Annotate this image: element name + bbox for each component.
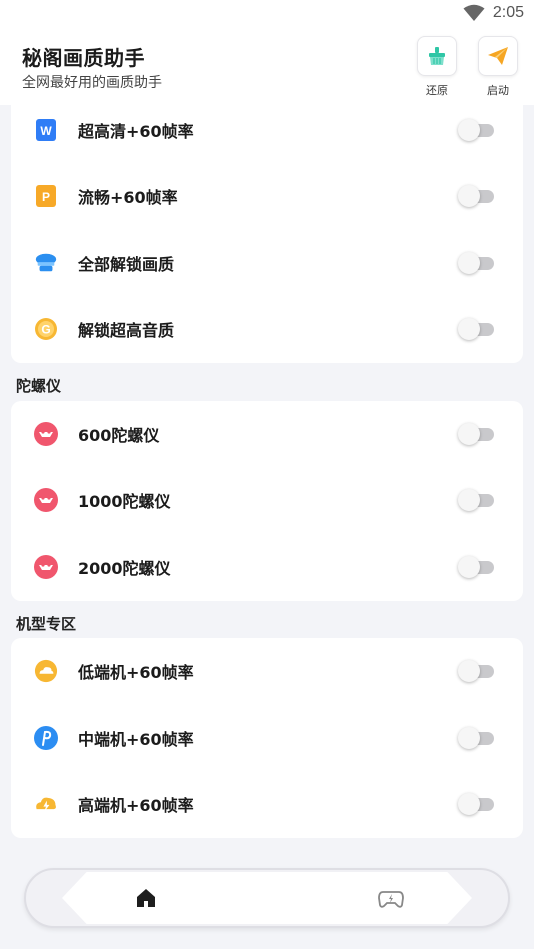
start-icon-box[interactable] [478,36,518,76]
setting-row: 高端机+60帧率 [11,784,523,824]
start-button[interactable]: 启动 [478,36,518,98]
toggle-switch[interactable] [458,660,494,682]
game-controller-icon[interactable] [378,886,404,910]
broom-icon [429,47,445,65]
setting-label: 全部解锁画质 [78,255,175,274]
toggle-switch[interactable] [458,423,494,445]
setting-row: W 超高清+60帧率 [11,110,523,150]
wifi-icon [463,4,485,21]
cloud-icon [34,659,58,683]
g-coin-icon: G [34,317,58,341]
restore-button[interactable]: 还原 [417,36,457,98]
chef-hat-icon [34,251,58,275]
wps-doc-icon: W [34,118,58,142]
restore-icon-box[interactable] [417,36,457,76]
settings-card-models: 低端机+60帧率 中端机+60帧率 高端机+60帧率 [11,638,523,838]
cloud-bolt-icon [34,792,58,816]
setting-label: 中端机+60帧率 [78,730,194,749]
setting-row: G 解锁超高音质 [11,309,523,349]
settings-card-gyroscope: 600陀螺仪 1000陀螺仪 2000陀螺仪 [11,401,523,601]
setting-label: 解锁超高音质 [78,321,175,340]
status-icons: 2:05 [463,4,524,22]
gyroscope-icon [34,488,58,512]
gyroscope-icon [34,422,58,446]
setting-row: 1000陀螺仪 [11,480,523,520]
setting-row: 中端机+60帧率 [11,718,523,758]
svg-text:G: G [41,323,50,337]
section-title-gyroscope: 陀螺仪 [16,377,62,395]
status-bar: 2:05 [0,0,534,30]
toggle-switch[interactable] [458,318,494,340]
setting-row: 2000陀螺仪 [11,547,523,587]
section-title-models: 机型专区 [16,615,77,633]
bottom-navigation [24,868,510,928]
toggle-switch[interactable] [458,119,494,141]
svg-text:P: P [42,190,50,204]
setting-label: 流畅+60帧率 [78,188,178,207]
setting-label: 1000陀螺仪 [78,492,171,511]
setting-label: 2000陀螺仪 [78,559,171,578]
setting-row: 低端机+60帧率 [11,651,523,691]
setting-row: 600陀螺仪 [11,414,523,454]
app-header: 秘阁画质助手 全网最好用的画质助手 还原 启动 [0,30,534,105]
toggle-switch[interactable] [458,489,494,511]
setting-label: 600陀螺仪 [78,426,160,445]
app-title: 秘阁画质助手 [22,46,145,70]
setting-row: P 流畅+60帧率 [11,176,523,216]
settings-card-quality: W 超高清+60帧率 P 流畅+60帧率 全部解锁画质 G 解锁超高音质 [11,96,523,363]
setting-label: 高端机+60帧率 [78,796,194,815]
toggle-switch[interactable] [458,252,494,274]
svg-text:W: W [40,124,52,138]
toggle-switch[interactable] [458,727,494,749]
app-subtitle: 全网最好用的画质助手 [22,75,162,91]
setting-row: 全部解锁画质 [11,243,523,283]
bottom-nav-inner [62,872,472,924]
paper-plane-icon [488,47,508,65]
status-time: 2:05 [492,4,524,21]
toggle-switch[interactable] [458,793,494,815]
setting-label: 超高清+60帧率 [78,122,194,141]
setting-label: 低端机+60帧率 [78,663,194,682]
p-badge-icon [34,726,58,750]
home-icon[interactable] [134,886,158,910]
toggle-switch[interactable] [458,185,494,207]
toggle-switch[interactable] [458,556,494,578]
gyroscope-icon [34,555,58,579]
ppt-icon: P [34,184,58,208]
